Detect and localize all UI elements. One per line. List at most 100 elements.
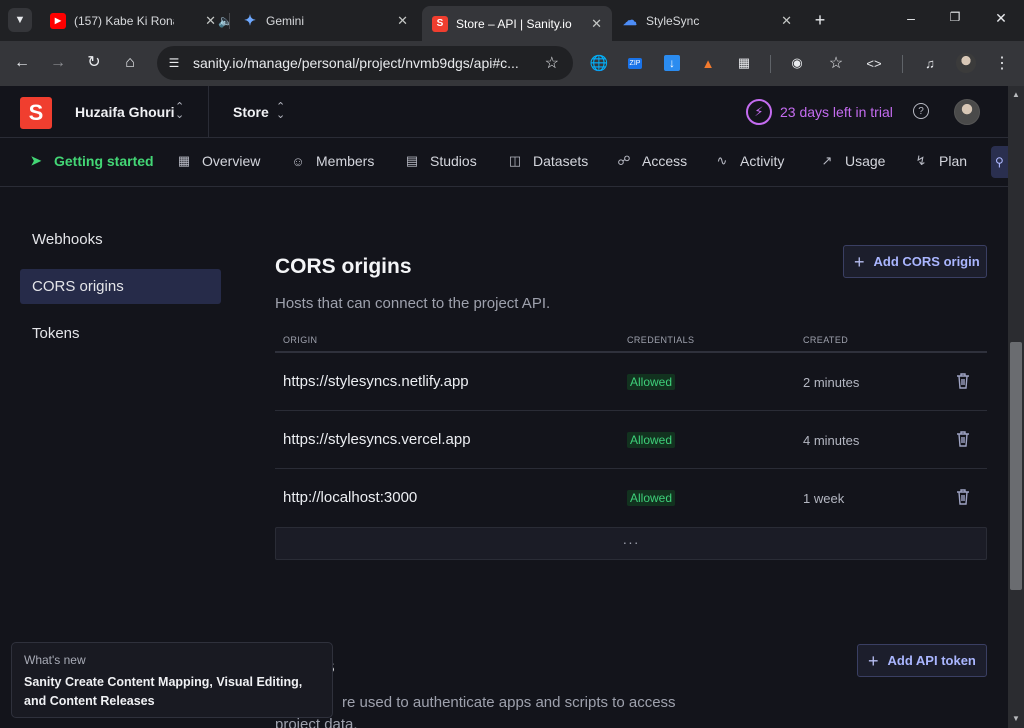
close-icon[interactable]: ✕ [397, 13, 408, 29]
menu-dots-icon[interactable]: ⋮ [992, 53, 1012, 73]
table-row: http://localhost:3000 Allowed 1 week [275, 469, 987, 527]
toast-label: What's new [24, 653, 86, 667]
address-bar[interactable]: ☰ sanity.io/manage/personal/project/nvmb… [157, 46, 573, 80]
scrollbar-thumb[interactable] [1010, 342, 1022, 590]
cors-title: CORS origins [275, 255, 412, 278]
sidebar-item-webhooks[interactable]: Webhooks [20, 222, 221, 257]
created-time: 4 minutes [803, 433, 860, 448]
zip-extension-icon[interactable]: ZIP [625, 53, 645, 73]
trash-icon[interactable] [955, 488, 971, 506]
header-divider [208, 86, 209, 138]
media-control-icon[interactable]: ♫ [920, 53, 940, 73]
download-extension-icon[interactable]: ↓ [662, 53, 682, 73]
tab-label: Activity [740, 153, 785, 169]
plus-icon: + [854, 251, 865, 272]
scroll-up-icon[interactable]: ▲ [1012, 90, 1020, 99]
tab-title: StyleSync [646, 13, 700, 28]
tab-plan[interactable]: ↯ Plan [913, 153, 967, 169]
tab-label: Members [316, 153, 375, 169]
activity-icon: ∿ [716, 153, 728, 168]
chevron-updown-icon[interactable]: ⌃ ⌄ [175, 102, 184, 121]
profile-avatar[interactable] [956, 53, 976, 73]
toast-message[interactable]: Sanity Create Content Mapping, Visual Ed… [24, 673, 324, 711]
tab-access[interactable]: ☍ Access [616, 153, 687, 169]
origin-url: https://stylesyncs.vercel.app [283, 431, 471, 448]
tab-usage[interactable]: ↗ Usage [819, 153, 886, 169]
help-icon[interactable]: ? [913, 103, 929, 119]
add-cors-origin-button[interactable]: + Add CORS origin [843, 245, 987, 278]
add-api-token-button[interactable]: + Add API token [857, 644, 987, 677]
table-row: https://stylesyncs.vercel.app Allowed 4 … [275, 411, 987, 469]
org-switcher[interactable]: Huzaifa Ghouri [75, 104, 175, 120]
tab-search-button[interactable]: ▼ [8, 8, 32, 32]
trash-icon[interactable] [955, 430, 971, 448]
origin-url: http://localhost:3000 [283, 489, 418, 506]
cors-description: Hosts that can connect to the project AP… [275, 295, 551, 312]
window-close-icon[interactable]: ✕ [992, 10, 1010, 27]
new-tab-button[interactable]: + [810, 10, 830, 31]
trial-status[interactable]: 23 days left in trial [780, 104, 893, 120]
browser-tab-stylesync[interactable]: ☁ StyleSync ✕ [612, 6, 802, 35]
button-label: Add API token [887, 653, 976, 668]
database-icon: ◫ [508, 153, 522, 168]
tab-activity[interactable]: ∿ Activity [714, 153, 785, 169]
credentials-badge: Allowed [627, 374, 676, 390]
close-icon[interactable]: ✕ [591, 16, 602, 32]
reload-icon[interactable]: ↻ [84, 53, 104, 73]
sanity-icon: S [432, 15, 448, 32]
close-icon[interactable]: ✕ [205, 13, 216, 29]
gemini-icon: ✦ [244, 12, 256, 28]
incognito-icon[interactable]: ◉ [787, 53, 807, 73]
tab-overview[interactable]: ▦ Overview [176, 153, 261, 169]
tab-label: Datasets [533, 153, 589, 169]
tab-studios[interactable]: ▤ Studios [404, 153, 477, 169]
restore-icon[interactable]: ❐ [946, 10, 964, 24]
chevron-updown-icon[interactable]: ⌃ ⌄ [276, 102, 285, 121]
close-icon[interactable]: ✕ [781, 13, 792, 29]
tab-title: Store – API | Sanity.io [456, 16, 572, 31]
globe-icon[interactable]: 🌐 [589, 53, 609, 73]
sanity-logo[interactable]: S [20, 97, 52, 129]
back-icon[interactable]: ← [12, 53, 32, 73]
bookmarks-icon[interactable]: ☆ [826, 53, 846, 73]
minimize-icon[interactable]: – [902, 10, 920, 26]
project-switcher[interactable]: Store [233, 104, 269, 120]
tokens-description: re used to authenticate apps and scripts… [342, 694, 676, 711]
credentials-badge: Allowed [627, 432, 676, 448]
fox-extension-icon[interactable]: ▲ [698, 53, 718, 73]
forward-icon[interactable]: → [48, 53, 68, 73]
table-header: ORIGIN CREDENTIALS CREATED [275, 329, 987, 353]
site-info-icon[interactable]: ☰ [165, 54, 183, 72]
browser-tab-youtube[interactable]: ▶ (157) Kabe Ki Rona 🔈 ✕ [40, 6, 233, 35]
bolt-icon[interactable]: ⚡︎ [746, 99, 772, 125]
toolbar-separator [770, 55, 771, 73]
trash-icon[interactable] [955, 372, 971, 390]
bookmark-star-icon[interactable]: ☆ [545, 53, 559, 73]
home-icon[interactable]: ⌂ [120, 53, 140, 73]
url-text[interactable]: sanity.io/manage/personal/project/nvmb9d… [193, 55, 519, 71]
tab-title: (157) Kabe Ki Rona [74, 13, 174, 28]
tab-members[interactable]: ☺ Members [290, 153, 374, 169]
layout-icon: ▦ [177, 153, 191, 168]
created-time: 2 minutes [803, 375, 860, 390]
browser-tab-gemini[interactable]: ✦ Gemini ✕ [232, 6, 418, 35]
tab-getting-started[interactable]: ➤ Getting started [28, 153, 154, 169]
tab-label: Overview [202, 153, 261, 169]
sidebar-item-tokens[interactable]: Tokens [20, 316, 221, 351]
code-icon[interactable]: <> [864, 53, 884, 73]
tab-label: Studios [430, 153, 477, 169]
tab-label: Getting started [54, 153, 154, 169]
user-avatar[interactable] [954, 99, 980, 125]
load-more-button[interactable]: ··· [275, 527, 987, 560]
tab-datasets[interactable]: ◫ Datasets [507, 153, 588, 169]
rocket-icon: ➤ [30, 153, 42, 168]
speaker-icon[interactable]: 🔈 [218, 14, 233, 28]
sidebar-item-cors-origins[interactable]: CORS origins [20, 269, 221, 304]
browser-tab-sanity[interactable]: S Store – API | Sanity.io ✕ [422, 6, 612, 41]
cloud-icon: ☁ [623, 12, 637, 28]
lock-icon: ☍ [617, 153, 631, 168]
credentials-badge: Allowed [627, 490, 676, 506]
scroll-down-icon[interactable]: ▼ [1012, 714, 1020, 723]
extensions-puzzle-icon[interactable]: ▦ [734, 53, 754, 73]
whats-new-toast[interactable]: What's new Sanity Create Content Mapping… [11, 642, 333, 718]
